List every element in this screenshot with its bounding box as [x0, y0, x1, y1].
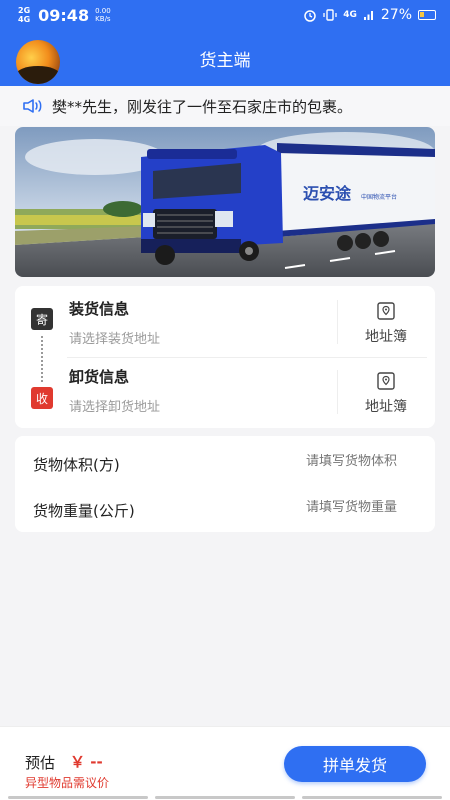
vibrate-icon — [323, 9, 337, 21]
avatar[interactable] — [16, 40, 60, 84]
unload-address-field[interactable]: 请选择卸货地址 — [69, 396, 160, 415]
address-book-label: 地址簿 — [365, 329, 407, 345]
weight-input[interactable] — [197, 500, 397, 515]
speed-value: 0.00 — [95, 7, 111, 15]
network-indicator: 2G 4G — [18, 6, 30, 24]
clock: 09:48 — [38, 5, 90, 25]
bottom-bar: 预估 ￥ -- 异型物品需议价 拼单发货 — [0, 726, 450, 800]
address-card: 寄 收 装货信息 请选择装货地址 地址簿 卸货信息 请选择卸货地址 地址簿 — [15, 286, 435, 428]
address-book-icon — [377, 302, 395, 320]
address-book-label: 地址簿 — [365, 399, 407, 415]
cargo-card: 货物体积(方) 货物重量(公斤) — [15, 436, 435, 532]
receive-badge: 收 — [31, 387, 53, 409]
divider — [67, 357, 427, 358]
load-address-field[interactable]: 请选择装货地址 — [69, 328, 160, 347]
truck-illustration: 迈安途 中国物流平台 — [15, 127, 435, 277]
page-title: 货主端 — [199, 50, 251, 71]
estimate-price: ￥ -- — [70, 753, 103, 771]
network-speed: 0.00 KB/s — [95, 7, 111, 23]
send-badge: 寄 — [31, 308, 53, 330]
load-info-title: 装货信息 — [69, 300, 130, 318]
nav-indicator — [302, 796, 442, 799]
truck-brand-subtext: 中国物流平台 — [361, 193, 397, 201]
speaker-icon — [23, 99, 42, 113]
address-book-icon — [377, 372, 395, 390]
notice-bar[interactable]: 樊**先生，刚发往了一件至石家庄市的包裹。 — [0, 86, 450, 126]
nav-indicator — [155, 796, 295, 799]
truck-brand-text: 迈安途 — [303, 184, 352, 203]
app-bar: 货主端 — [0, 30, 450, 86]
load-address-book-button[interactable]: 地址簿 — [338, 294, 434, 354]
weight-label: 货物重量(公斤) — [33, 502, 135, 520]
status-bar: 2G 4G 09:48 0.00 KB/s 4G 27% — [0, 0, 450, 30]
volume-input[interactable] — [197, 454, 397, 469]
route-connector — [41, 336, 43, 382]
submit-order-button[interactable]: 拼单发货 — [284, 746, 426, 782]
volume-label: 货物体积(方) — [33, 456, 120, 474]
notice-text: 樊**先生，刚发往了一件至石家庄市的包裹。 — [52, 97, 353, 116]
network-label-1: 2G — [18, 6, 31, 15]
signal-icon — [363, 11, 373, 20]
battery-percent: 27% — [380, 7, 412, 23]
banner-image[interactable]: 迈安途 中国物流平台 — [15, 127, 435, 277]
nav-indicator — [8, 796, 148, 799]
estimate-label: 预估 — [25, 754, 56, 772]
speed-unit: KB/s — [95, 15, 111, 23]
unload-info-title: 卸货信息 — [69, 368, 130, 386]
signal-label: 4G — [343, 10, 357, 20]
network-label-2: 4G — [18, 15, 31, 24]
negotiation-note: 异型物品需议价 — [25, 776, 110, 790]
alarm-icon — [304, 10, 316, 22]
battery-icon — [418, 10, 436, 20]
unload-address-book-button[interactable]: 地址簿 — [338, 364, 434, 424]
